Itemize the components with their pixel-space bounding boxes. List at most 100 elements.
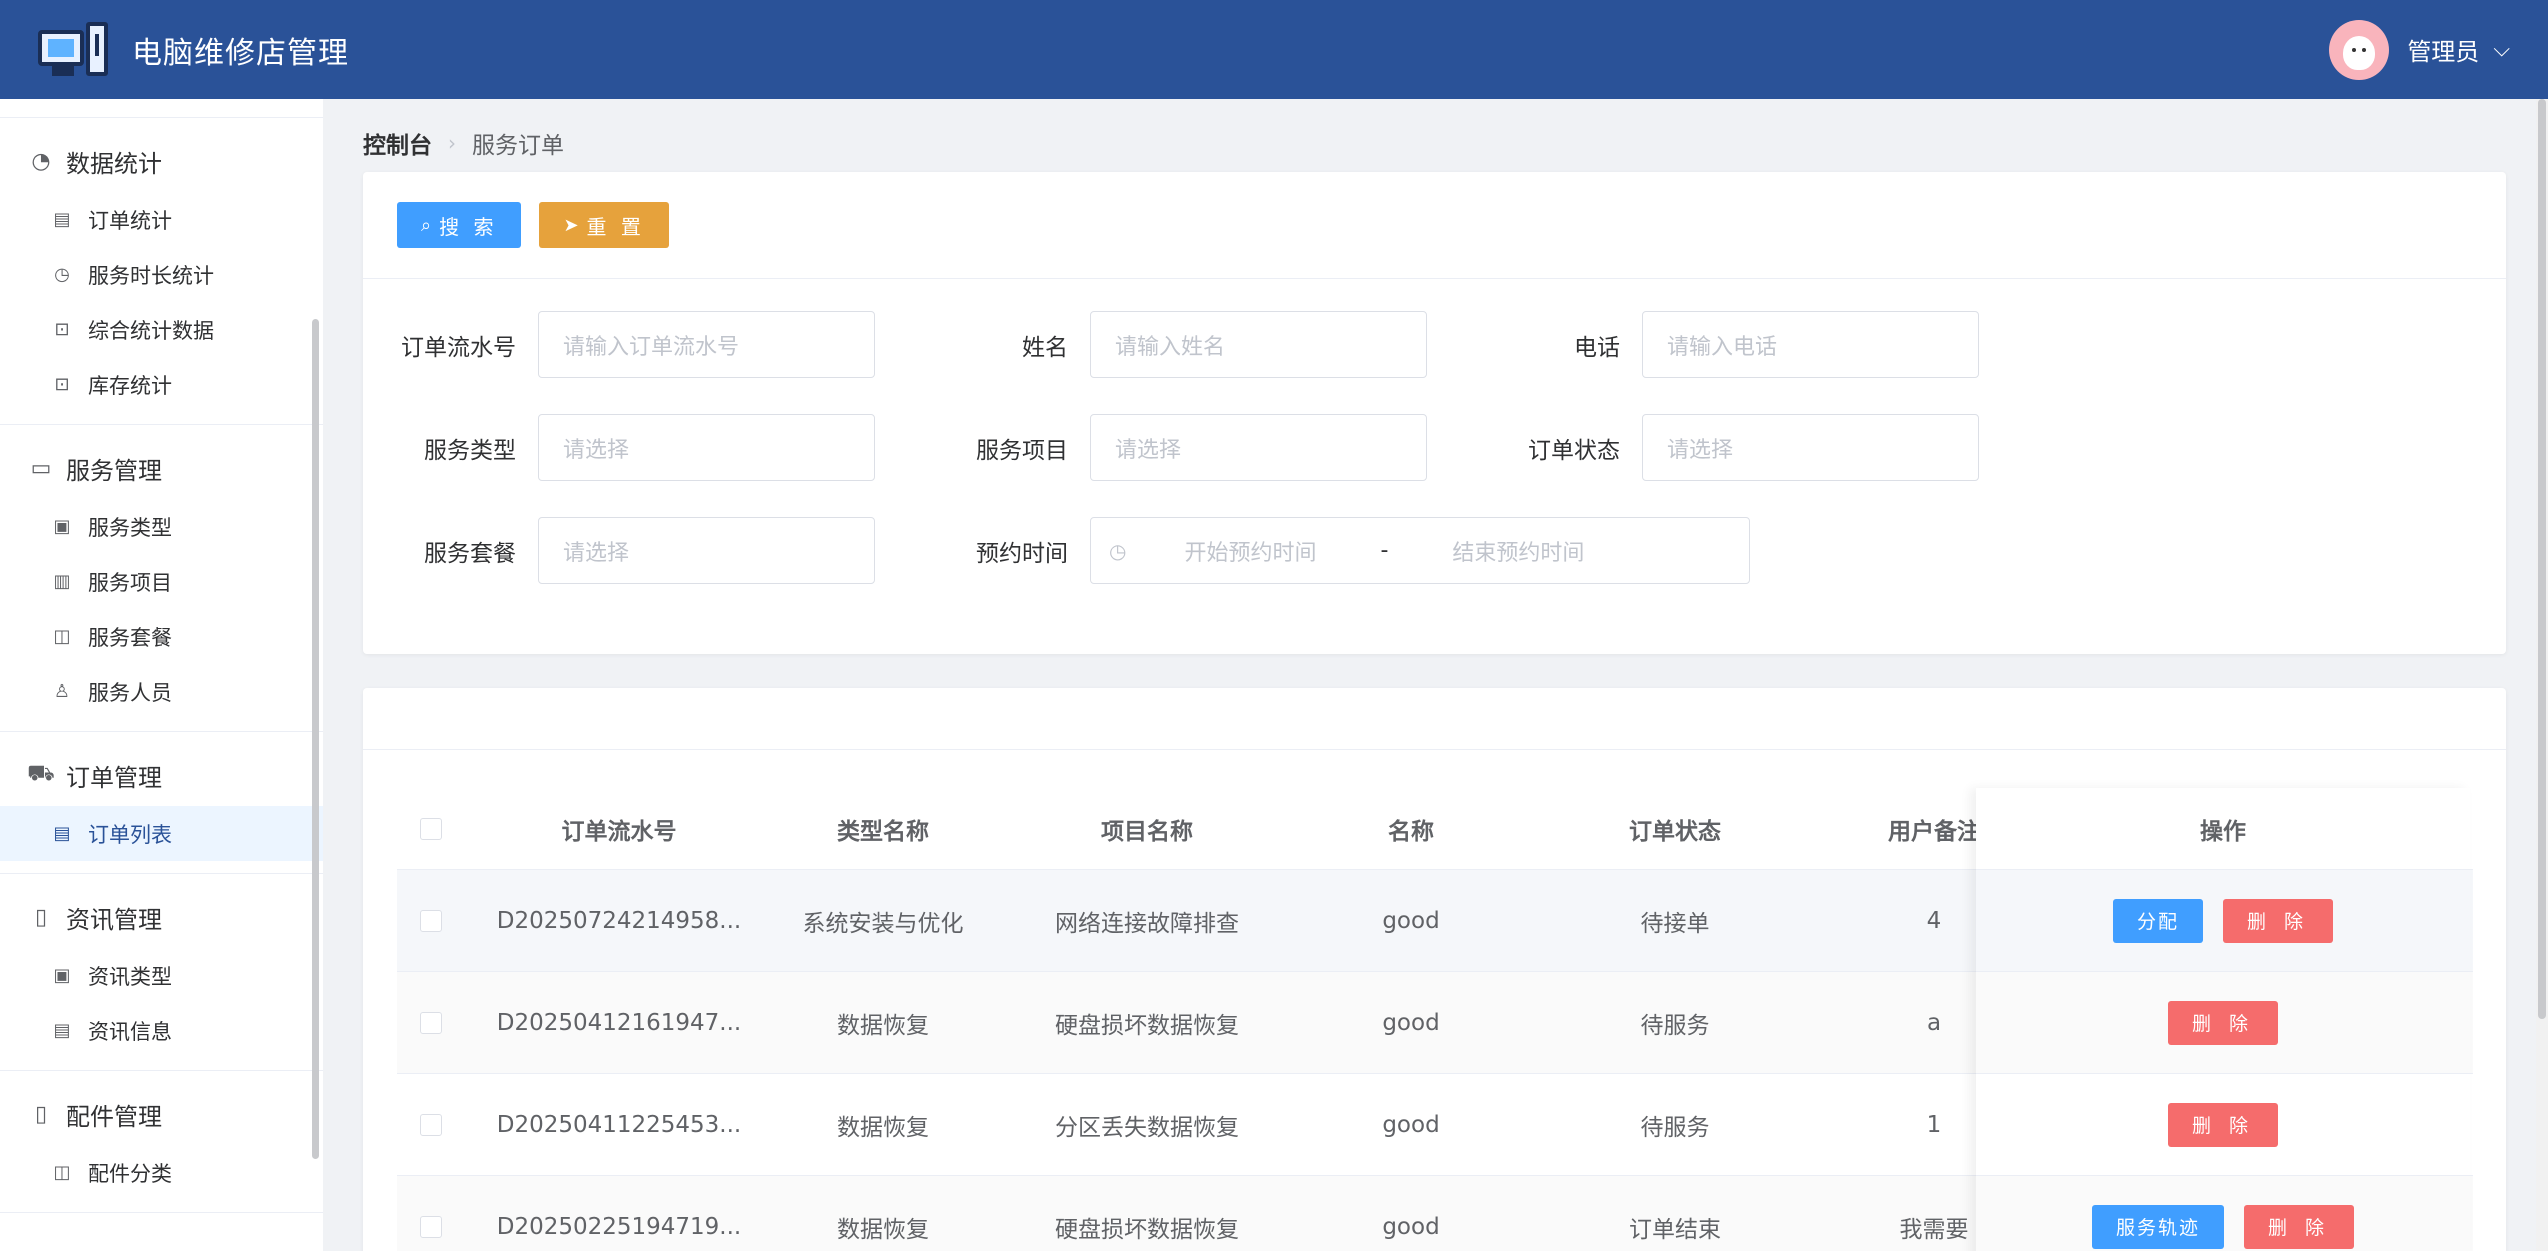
cell-name: good [1382,1213,1440,1240]
name-label: 姓名 [1022,334,1068,361]
sidebar-item-news-type[interactable]: ▣ 资讯类型 [0,948,323,1003]
column-header[interactable]: 订单状态 [1521,812,1829,846]
sidebar-group-header[interactable]: ◔ 数据统计 [0,130,323,192]
cell-status: 待接单 [1640,910,1710,937]
delete-button[interactable]: 删 除 [2167,1000,2279,1045]
delete-button[interactable]: 删 除 [2222,898,2334,943]
cell-name: good [1382,907,1440,934]
sidebar-item-service-type[interactable]: ▣ 服务类型 [0,499,323,554]
user-name[interactable]: 管理员 [2407,32,2479,67]
page-scrollbar[interactable] [2536,99,2548,1251]
form-row-1: 订单流水号 请输入订单流水号 [363,311,875,378]
form-row-3: 服务套餐 请选择 [363,517,875,584]
order-no-label: 订单流水号 [401,334,516,361]
operations-column: 操作 分配 删 除 删 除 删 除 服务轨迹 删 除 [1976,788,2470,1251]
breadcrumb: 控制台 › 服务订单 [363,126,564,160]
cart-icon: ⛟ [27,761,55,786]
chevron-down-icon[interactable]: ⌵ [2493,37,2510,62]
sidebar-item-parts-category[interactable]: ◫ 配件分类 [0,1145,323,1200]
table-card: 订单流水号 类型名称 项目名称 名称 订单状态 用户备注 D2025072421… [363,688,2506,1251]
sidebar-item-service-item[interactable]: ▥ 服务项目 [0,554,323,609]
ops-row: 删 除 [1976,972,2470,1074]
cell-type: 数据恢复 [837,1012,929,1039]
chart-icon: ⊡ [54,374,70,395]
service-type-select[interactable]: 请选择 [538,414,875,481]
row-checkbox[interactable] [420,1011,442,1034]
document-icon: ▤ [53,1020,71,1041]
cell-item: 分区丢失数据恢复 [1055,1114,1239,1141]
breadcrumb-current: 服务订单 [472,133,564,159]
form-row-2b: 服务项目 请选择 [915,414,1427,481]
bag-icon: ◫ [53,626,71,647]
sidebar-item-order-stats[interactable]: ▤ 订单统计 [0,192,323,247]
reset-button[interactable]: ➤ 重 置 [539,202,669,248]
select-all-checkbox[interactable] [420,817,442,840]
order-no-input[interactable]: 请输入订单流水号 [538,311,875,378]
column-header[interactable]: 订单流水号 [465,812,773,846]
breadcrumb-home[interactable]: 控制台 [363,126,432,160]
sidebar-group-parts: ▯ 配件管理 ◫ 配件分类 [0,1071,323,1213]
sidebar-item-order-list[interactable]: ▤ 订单列表 [0,806,323,861]
cell-type: 数据恢复 [837,1216,929,1243]
stopwatch-icon: ◷ [54,264,70,285]
ops-row: 服务轨迹 删 除 [1976,1176,2470,1251]
sidebar-item-stock-stats[interactable]: ⊡ 库存统计 [0,357,323,412]
service-track-button[interactable]: 服务轨迹 [2091,1204,2224,1249]
sidebar-group-header[interactable]: ▭ 服务管理 [0,437,323,499]
form-row-3b: 预约时间 ◷ 开始预约时间 - 结束预约时间 [915,517,1750,584]
row-checkbox[interactable] [420,1113,442,1136]
search-icon: ⌕ [421,214,432,236]
name-input[interactable]: 请输入姓名 [1090,311,1427,378]
sidebar-group-stats: ◔ 数据统计 ▤ 订单统计 ◷ 服务时长统计 ⊡ 综合统计数据 ⊡ 库存统计 [0,117,323,425]
phone-label: 电话 [1574,334,1620,361]
column-header[interactable]: 名称 [1301,812,1521,846]
row-checkbox[interactable] [420,1215,442,1238]
row-checkbox[interactable] [420,909,442,932]
delete-button[interactable]: 删 除 [2243,1204,2355,1249]
service-item-select[interactable]: 请选择 [1090,414,1427,481]
appointment-start-input[interactable]: 开始预约时间 [1184,535,1316,567]
computer-logo-icon [38,20,112,80]
form-row-2c: 订单状态 请选择 [1467,414,1979,481]
sidebar-item-news-info[interactable]: ▤ 资讯信息 [0,1003,323,1058]
user-menu[interactable]: 管理员 ⌵ [2329,19,2510,80]
column-header[interactable]: 类型名称 [773,812,993,846]
cell-status: 订单结束 [1629,1216,1721,1243]
sidebar-item-service-staff[interactable]: ♙ 服务人员 [0,664,323,719]
avatar[interactable] [2329,19,2390,80]
delete-button[interactable]: 删 除 [2167,1102,2279,1147]
column-header[interactable]: 项目名称 [993,812,1301,846]
sidebar-item-duration-stats[interactable]: ◷ 服务时长统计 [0,247,323,302]
cell-order-no: D20250411225453... [496,1111,742,1138]
assign-button[interactable]: 分配 [2112,898,2203,943]
appointment-date-range[interactable]: ◷ 开始预约时间 - 结束预约时间 [1090,517,1750,584]
search-button[interactable]: ⌕ 搜 索 [397,202,522,248]
ops-row: 分配 删 除 [1976,870,2470,972]
sidebar-item-service-package[interactable]: ◫ 服务套餐 [0,609,323,664]
sidebar-group-header[interactable]: ▯ 资讯管理 [0,886,323,948]
sidebar-group-orders: ⛟ 订单管理 ▤ 订单列表 [0,732,323,874]
appointment-label: 预约时间 [976,540,1068,567]
chevron-right-icon: › [448,131,456,155]
table-card-header [363,688,2506,750]
phone-input[interactable]: 请输入电话 [1642,311,1979,378]
sidebar-group-header[interactable]: ⛟ 订单管理 [0,744,323,806]
search-toolbar: ⌕ 搜 索 ➤ 重 置 [363,172,2506,279]
sidebar-scrollbar[interactable] [312,319,319,1159]
cell-status: 待服务 [1640,1114,1710,1141]
book-icon: ▯ [34,904,48,930]
cell-item: 网络连接故障排查 [1055,910,1239,937]
appointment-end-input[interactable]: 结束预约时间 [1452,535,1584,567]
user-icon: ♙ [53,681,71,702]
sidebar-group-news: ▯ 资讯管理 ▣ 资讯类型 ▤ 资讯信息 [0,874,323,1071]
sidebar-group-service: ▭ 服务管理 ▣ 服务类型 ▥ 服务项目 ◫ 服务套餐 ♙ 服务人员 [0,425,323,732]
scrollbar-thumb[interactable] [2538,99,2546,1019]
list-icon: ▥ [53,571,71,592]
service-type-label: 服务类型 [424,437,516,464]
service-package-select[interactable]: 请选择 [538,517,875,584]
app-header: 电脑维修店管理 管理员 ⌵ [0,0,2548,99]
sidebar-group-header[interactable]: ▯ 配件管理 [0,1083,323,1145]
sidebar-item-overall-stats[interactable]: ⊡ 综合统计数据 [0,302,323,357]
order-status-select[interactable]: 请选择 [1642,414,1979,481]
cell-order-no: D20250412161947... [496,1009,742,1036]
